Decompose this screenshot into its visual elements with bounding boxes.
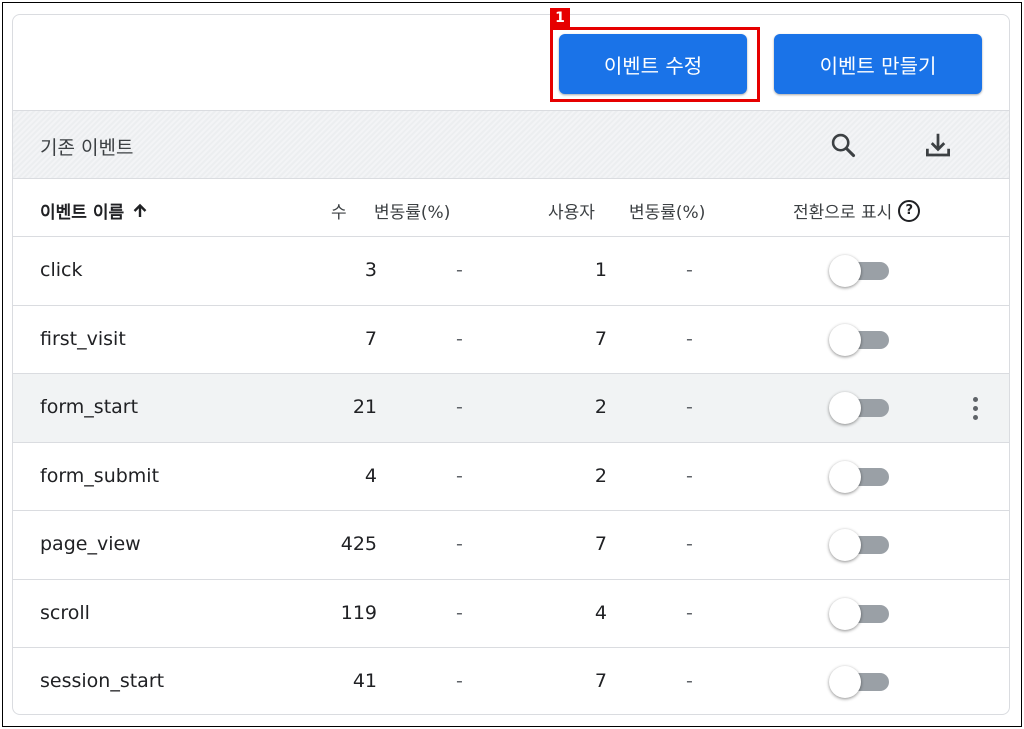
table-row: form_submit 4 - 2 -	[13, 443, 1009, 511]
annotation-number-badge: 1	[550, 8, 570, 28]
search-icon[interactable]	[823, 125, 863, 165]
event-count-change: -	[456, 464, 463, 487]
conversion-toggle[interactable]	[829, 323, 891, 356]
event-name: click	[40, 259, 83, 281]
table-row: first_visit 7 - 7 -	[13, 306, 1009, 374]
event-name: form_start	[40, 396, 139, 418]
column-header-count[interactable]: 수	[331, 198, 347, 223]
event-count-change: -	[456, 396, 463, 418]
event-count: 7	[364, 327, 377, 350]
column-header-name[interactable]: 이벤트 이름	[40, 198, 148, 223]
column-header-count-change[interactable]: 변동률(%)	[374, 198, 450, 223]
conversion-toggle[interactable]	[829, 529, 891, 561]
event-users: 1	[594, 259, 607, 281]
conversion-toggle[interactable]	[829, 666, 891, 698]
event-users-change: -	[686, 259, 693, 281]
download-icon[interactable]	[918, 125, 958, 165]
event-count-change: -	[456, 533, 463, 555]
conversion-toggle[interactable]	[829, 255, 891, 287]
sort-ascending-icon	[133, 203, 147, 217]
column-header-conversion: 전환으로 표시 ?	[793, 198, 921, 223]
events-card: 이벤트 수정 이벤트 만들기 기존 이벤트 이벤트 이름 수 변동률(%) 사용…	[12, 14, 1010, 715]
table-row: page_view 425 - 7 -	[13, 511, 1009, 580]
section-title: 기존 이벤트	[40, 137, 134, 159]
event-count-change: -	[456, 327, 463, 350]
event-users-change: -	[686, 396, 693, 418]
event-users: 7	[594, 670, 607, 692]
conversion-toggle[interactable]	[829, 392, 891, 424]
existing-events-header: 기존 이벤트	[13, 110, 1009, 179]
conversion-toggle[interactable]	[829, 597, 891, 630]
help-icon[interactable]: ?	[898, 199, 921, 222]
event-count: 425	[340, 533, 377, 555]
event-name: page_view	[40, 533, 141, 555]
event-users-change: -	[686, 327, 693, 350]
event-count-change: -	[456, 601, 463, 624]
event-users-change: -	[686, 601, 693, 624]
event-count: 119	[340, 601, 377, 624]
event-count: 4	[364, 464, 377, 487]
event-name: form_submit	[40, 464, 160, 487]
event-users: 2	[594, 464, 607, 487]
table-row: form_start 21 - 2 -	[13, 374, 1009, 443]
table-header: 이벤트 이름 수 변동률(%) 사용자 변동률(%) 전환으로 표시 ?	[13, 179, 1009, 237]
event-name: scroll	[40, 601, 90, 624]
event-users: 7	[594, 533, 607, 555]
event-users-change: -	[686, 464, 693, 487]
table-row: scroll 119 - 4 -	[13, 580, 1009, 648]
annotation-highlight-box	[550, 27, 760, 102]
event-users-change: -	[686, 533, 693, 555]
event-count: 3	[364, 259, 377, 281]
create-event-button[interactable]: 이벤트 만들기	[774, 34, 982, 94]
event-count-change: -	[456, 259, 463, 281]
column-name-label: 이벤트 이름	[40, 203, 125, 223]
event-users: 7	[594, 327, 607, 350]
conversion-toggle[interactable]	[829, 460, 891, 493]
event-name: session_start	[40, 670, 165, 692]
event-users-change: -	[686, 670, 693, 692]
event-users: 2	[594, 396, 607, 418]
event-count: 41	[352, 670, 377, 692]
events-table: 이벤트 이름 수 변동률(%) 사용자 변동률(%) 전환으로 표시 ? cli…	[13, 179, 1009, 714]
column-conversion-label: 전환으로 표시	[793, 203, 893, 223]
event-count-change: -	[456, 670, 463, 692]
table-row: session_start 41 - 7 -	[13, 648, 1009, 714]
more-vert-icon[interactable]	[965, 392, 985, 424]
action-bar: 이벤트 수정 이벤트 만들기	[13, 15, 1009, 110]
table-row: click 3 - 1 -	[13, 237, 1009, 306]
event-count: 21	[352, 396, 377, 418]
event-name: first_visit	[40, 327, 126, 350]
column-header-users[interactable]: 사용자	[548, 198, 595, 223]
event-users: 4	[594, 601, 607, 624]
column-header-users-change[interactable]: 변동률(%)	[629, 198, 705, 223]
